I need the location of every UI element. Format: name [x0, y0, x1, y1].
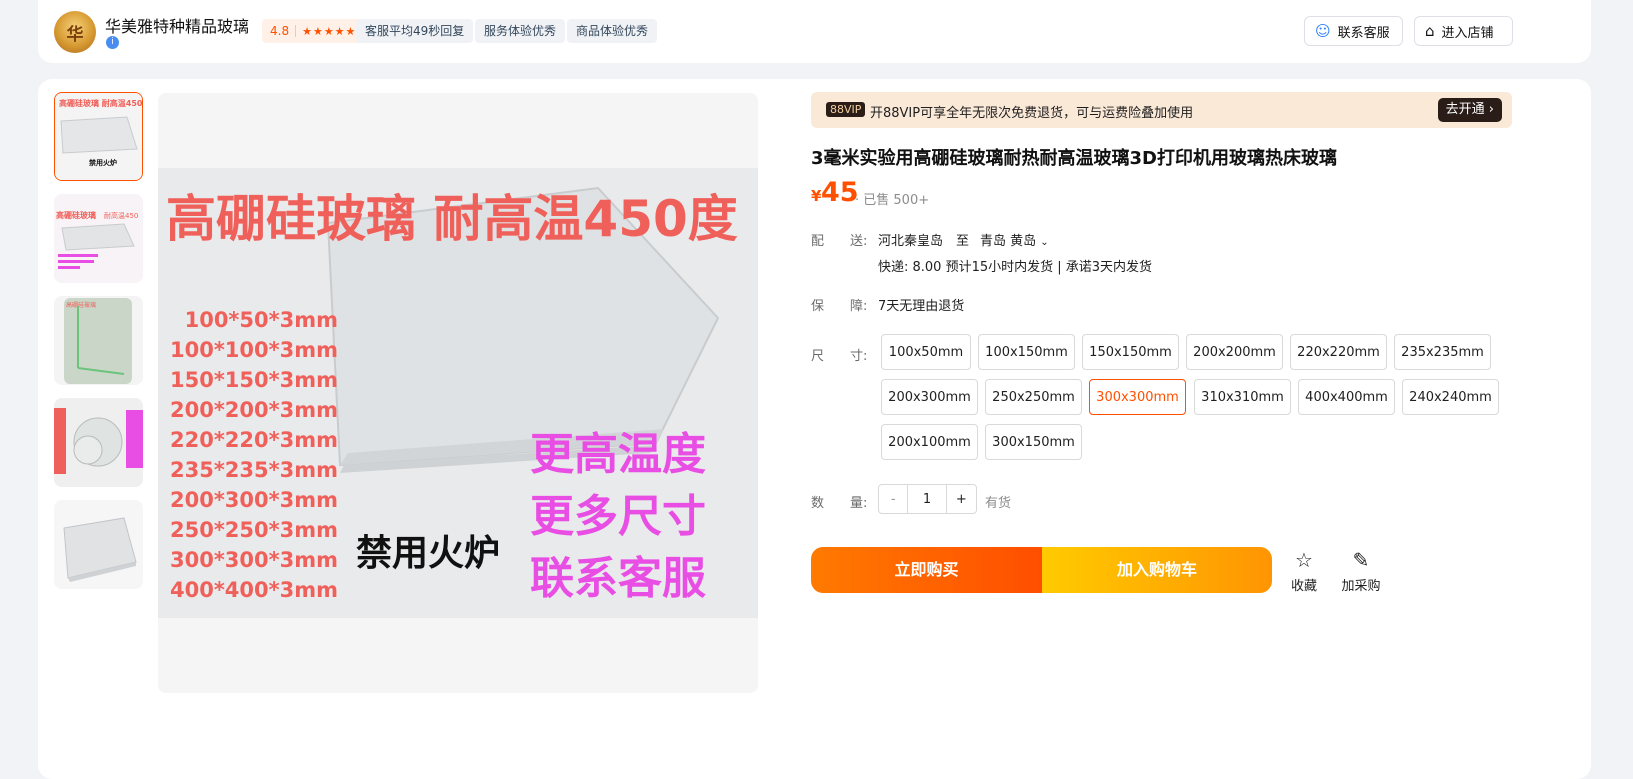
store-icon: ⌂ — [1425, 22, 1435, 40]
thumbnail-5-image — [54, 500, 143, 589]
product-card: 高硼硅玻璃 耐高温450度 禁用火炉 高硼硅玻璃 耐高温450 高硼硅玻璃 高硼… — [38, 79, 1591, 779]
favorite-label: 收藏 — [1290, 579, 1317, 594]
size-line-4: 200*200*3mm — [170, 398, 338, 422]
add-purchase-list-button[interactable]: ✎ 加采购 — [1336, 549, 1386, 594]
thumbnail-5[interactable] — [54, 500, 143, 589]
size-option[interactable]: 240x240mm — [1402, 379, 1499, 415]
vip-banner: 88VIP 开88VIP可享全年无限次免费退货，可与运费险叠加使用 去开通 › — [811, 92, 1512, 128]
promo-line-1: 更高温度 — [530, 429, 706, 480]
delivery-destination-select[interactable]: 青岛 黄岛 ⌄ — [980, 230, 1049, 249]
size-line-5: 220*220*3mm — [170, 428, 338, 452]
size-option[interactable]: 200x100mm — [881, 424, 978, 460]
size-line-7: 200*300*3mm — [170, 488, 338, 512]
vip-activate-button[interactable]: 去开通 › — [1437, 98, 1502, 122]
vip-badge: 88VIP — [826, 102, 866, 117]
main-product-image[interactable]: 高硼硅玻璃 耐高温450度 100*50*3mm 100*100*3mm 150… — [158, 93, 758, 693]
guarantee-value[interactable]: 7天无理由退货 — [878, 295, 964, 314]
size-option[interactable]: 200x200mm — [1186, 334, 1283, 370]
shop-logo[interactable]: 华 — [54, 11, 96, 53]
size-option[interactable]: 100x50mm — [881, 334, 971, 370]
thumbnail-2-image: 高硼硅玻璃 耐高温450 — [54, 194, 143, 283]
enter-store-label: 进入店铺 — [1441, 25, 1494, 41]
product-price: 45 — [821, 177, 859, 208]
rating-score: 4.8 — [270, 24, 290, 38]
thumbnail-2-note: 耐高温450 — [104, 211, 138, 220]
quantity-label: 数 量: — [811, 496, 868, 511]
thumbnail-1-headline: 高硼硅玻璃 耐高温450度 — [59, 98, 143, 108]
rating-stars: ★★★★★ — [302, 24, 357, 38]
quantity-minus-button[interactable]: - — [879, 485, 909, 513]
delivery-detail: 快递: 8.00 预计15小时内发货 | 承诺3天内发货 — [878, 260, 1153, 275]
size-option[interactable]: 200x300mm — [881, 379, 978, 415]
delivery-to-word: 至 — [956, 234, 970, 249]
size-option[interactable]: 300x150mm — [985, 424, 1082, 460]
note-add-icon: ✎ — [1352, 548, 1370, 572]
size-option[interactable]: 235x235mm — [1394, 334, 1491, 370]
size-option[interactable]: 100x150mm — [978, 334, 1075, 370]
size-line-3: 150*150*3mm — [170, 368, 338, 392]
enter-store-button[interactable]: ⌂ 进入店铺 — [1414, 16, 1513, 46]
favorite-button[interactable]: ☆ 收藏 — [1279, 549, 1329, 594]
delivery-from: 河北秦皇岛 — [878, 234, 944, 249]
quantity-stepper: - 1 + — [878, 484, 977, 514]
verified-icon: i — [106, 36, 119, 49]
size-option[interactable]: 150x150mm — [1082, 334, 1179, 370]
contact-service-label: 联系客服 — [1337, 25, 1390, 41]
size-label: 尺 寸: — [811, 349, 868, 364]
delivery-destination: 青岛 黄岛 — [980, 234, 1037, 249]
add-to-cart-button[interactable]: 加入购物车 — [1042, 547, 1272, 593]
size-option[interactable]: 220x220mm — [1290, 334, 1387, 370]
thumbnail-1-image: 高硼硅玻璃 耐高温450度 禁用火炉 — [55, 93, 143, 180]
shop-logo-text: 华 — [66, 24, 84, 45]
size-option[interactable]: 400x400mm — [1298, 379, 1395, 415]
main-image-headline: 高硼硅玻璃 耐高温450度 — [166, 190, 738, 248]
tag-service: 服务体验优秀 — [475, 19, 566, 43]
size-line-2: 100*100*3mm — [170, 338, 338, 362]
promo-line-2: 更多尺寸 — [530, 491, 706, 542]
promo-line-3: 联系客服 — [530, 553, 706, 604]
shop-rating[interactable]: 4.8 ★★★★★ — [262, 19, 365, 43]
guarantee-label: 保 障: — [811, 299, 868, 314]
price-symbol: ¥ — [811, 187, 822, 205]
stock-status: 有货 — [985, 496, 1012, 511]
rating-divider — [295, 25, 297, 37]
size-option[interactable]: 250x250mm — [985, 379, 1082, 415]
tag-product: 商品体验优秀 — [567, 19, 658, 43]
purchase-list-label: 加采购 — [1341, 579, 1381, 594]
chevron-down-icon: ⌄ — [1040, 237, 1049, 248]
star-icon: ☆ — [1295, 548, 1313, 572]
tag-response: 客服平均49秒回复 — [356, 19, 474, 43]
size-line-10: 400*400*3mm — [170, 578, 338, 602]
thumbnail-2-headline: 高硼硅玻璃 — [56, 210, 96, 220]
thumbnail-4[interactable] — [54, 398, 143, 487]
thumbnail-1[interactable]: 高硼硅玻璃 耐高温450度 禁用火炉 — [54, 92, 143, 181]
main-image-graphic: 高硼硅玻璃 耐高温450度 100*50*3mm 100*100*3mm 150… — [158, 93, 758, 693]
size-line-1: 100*50*3mm — [185, 308, 338, 332]
main-image-warning: 禁用火炉 — [356, 533, 500, 574]
size-line-9: 300*300*3mm — [170, 548, 338, 572]
contact-service-button[interactable]: ☺ 联系客服 — [1304, 16, 1403, 46]
thumbnail-4-image — [54, 398, 143, 487]
chat-icon: ☺ — [1315, 22, 1331, 40]
thumbnail-3-image: 高硼硅玻璃 — [54, 296, 143, 385]
shop-name[interactable]: 华美雅特种精品玻璃 — [105, 13, 249, 37]
product-title: 3毫米实验用高硼硅玻璃耐热耐高温玻璃3D打印机用玻璃热床玻璃 — [811, 148, 1337, 169]
thumbnail-2[interactable]: 高硼硅玻璃 耐高温450 — [54, 194, 143, 283]
thumbnail-3-headline: 高硼硅玻璃 — [66, 301, 96, 309]
buy-now-button[interactable]: 立即购买 — [811, 547, 1042, 593]
size-option[interactable]: 310x310mm — [1194, 379, 1291, 415]
sold-count: · 已售 500+ — [855, 193, 930, 208]
size-line-8: 250*250*3mm — [170, 518, 338, 542]
quantity-plus-button[interactable]: + — [945, 485, 976, 513]
delivery-label: 配 送: — [811, 234, 868, 249]
thumbnail-3[interactable]: 高硼硅玻璃 — [54, 296, 143, 385]
thumbnail-1-caption: 禁用火炉 — [88, 158, 117, 167]
shop-header: 华 华美雅特种精品玻璃 i 4.8 ★★★★★ 客服平均49秒回复 服务体验优秀… — [38, 0, 1591, 63]
vip-text: 开88VIP可享全年无限次免费退货，可与运费险叠加使用 — [870, 106, 1194, 121]
quantity-input[interactable]: 1 — [908, 485, 945, 513]
size-option-selected[interactable]: 300x300mm — [1089, 379, 1186, 415]
size-line-6: 235*235*3mm — [170, 458, 338, 482]
